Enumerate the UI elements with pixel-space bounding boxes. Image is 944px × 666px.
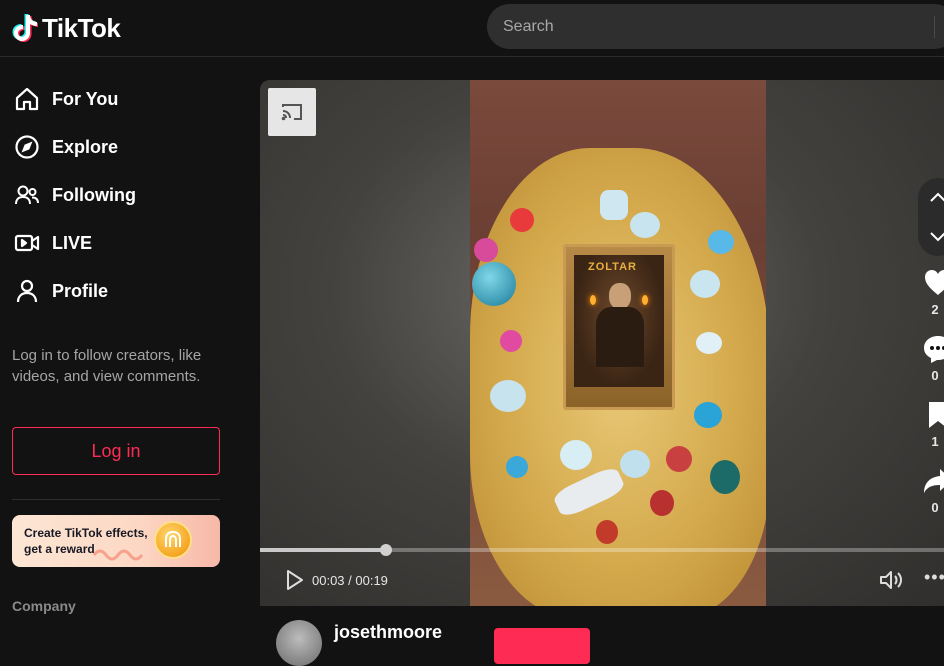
video-progress-bar[interactable] — [260, 544, 944, 556]
tiktok-logo[interactable]: TikTok — [12, 12, 121, 44]
save-button[interactable]: 1 — [918, 398, 944, 449]
gem-image — [596, 520, 618, 544]
volume-icon[interactable] — [878, 568, 904, 592]
cast-button[interactable] — [268, 88, 316, 136]
sidebar-item-profile[interactable]: Profile — [14, 271, 108, 311]
gem-image — [510, 208, 534, 232]
play-icon[interactable] — [282, 568, 306, 592]
live-icon — [14, 234, 40, 252]
progress-fill — [260, 548, 386, 552]
home-icon — [15, 87, 39, 111]
like-button[interactable]: 2 — [918, 266, 944, 317]
gem-image — [630, 212, 660, 238]
candle-flame-icon — [590, 295, 596, 305]
comment-count: 0 — [931, 368, 939, 383]
author-username[interactable]: josethmoore — [334, 622, 442, 643]
company-heading[interactable]: Company — [12, 598, 76, 614]
card-title: ZOLTAR — [588, 261, 637, 273]
sidebar: For You Explore Following LIVE Profile L… — [0, 58, 236, 637]
video-navigation — [918, 178, 944, 256]
sidebar-item-for-you[interactable]: For You — [14, 79, 118, 119]
video-player[interactable]: ZOLTAR 00:03 / 00:19 ••• — [260, 80, 944, 606]
gem-image — [696, 332, 722, 354]
save-count: 1 — [931, 434, 939, 449]
gem-image — [666, 446, 692, 472]
gem-image — [474, 238, 498, 262]
top-header: TikTok — [0, 0, 944, 57]
gem-image — [600, 190, 628, 220]
author-strip: josethmoore — [260, 606, 944, 666]
card-portrait: ZOLTAR — [574, 255, 664, 387]
gem-image — [500, 330, 522, 352]
bookmark-icon — [929, 402, 944, 428]
heart-icon — [925, 270, 944, 295]
like-count: 2 — [931, 302, 939, 317]
search-divider — [934, 16, 935, 38]
search-input[interactable] — [503, 17, 923, 36]
sidebar-item-label: Explore — [52, 136, 119, 157]
time-display: 00:03 / 00:19 — [312, 573, 388, 588]
tiktok-logo-icon — [12, 14, 38, 42]
chevron-down-icon[interactable] — [926, 224, 944, 248]
users-icon — [15, 185, 39, 205]
gem-image — [708, 230, 734, 254]
login-button[interactable]: Log in — [12, 427, 220, 475]
sidebar-item-label: Following — [52, 184, 136, 205]
avatar[interactable] — [276, 620, 322, 666]
profile-icon — [16, 279, 38, 303]
gem-image — [694, 402, 722, 428]
progress-knob[interactable] — [380, 544, 392, 556]
gem-image — [620, 450, 650, 478]
card-figure-head — [609, 283, 631, 309]
search-bar[interactable] — [487, 4, 944, 49]
compass-icon — [15, 135, 39, 159]
gem-image — [490, 380, 526, 412]
share-icon — [924, 469, 944, 493]
gem-image — [710, 460, 740, 494]
comment-button[interactable]: 0 — [918, 332, 944, 383]
candle-flame-icon — [642, 295, 648, 305]
share-button[interactable]: 0 — [918, 464, 944, 515]
card-figure-body — [596, 307, 644, 367]
effects-reward-banner[interactable]: Create TikTok effects, get a reward — [12, 515, 220, 567]
logo-text: TikTok — [42, 12, 121, 43]
sidebar-item-label: LIVE — [52, 232, 93, 253]
fortune-card-image: ZOLTAR — [563, 244, 675, 410]
gem-image — [506, 456, 528, 478]
gem-image — [690, 270, 720, 298]
cast-icon — [281, 104, 302, 121]
login-hint-text: Log in to follow creators, like videos, … — [12, 347, 202, 385]
sidebar-divider — [12, 499, 220, 500]
comment-icon — [924, 336, 944, 363]
share-count: 0 — [931, 500, 939, 515]
sidebar-item-label: For You — [52, 88, 119, 109]
effects-banner-text: Create TikTok effects, get a reward — [24, 526, 148, 556]
gem-image — [560, 440, 592, 470]
follow-button[interactable] — [494, 628, 590, 664]
video-content[interactable]: ZOLTAR — [470, 80, 766, 606]
sidebar-item-explore[interactable]: Explore — [14, 127, 118, 167]
sidebar-item-live[interactable]: LIVE — [14, 223, 92, 263]
video-controls: 00:03 / 00:19 ••• — [260, 564, 944, 596]
chevron-up-icon[interactable] — [926, 186, 944, 210]
gem-image — [650, 490, 674, 516]
reward-coin-icon — [154, 521, 192, 559]
sidebar-item-following[interactable]: Following — [14, 175, 136, 215]
sidebar-item-label: Profile — [52, 280, 109, 301]
more-options-icon[interactable]: ••• — [924, 568, 944, 588]
gem-image — [472, 262, 516, 306]
